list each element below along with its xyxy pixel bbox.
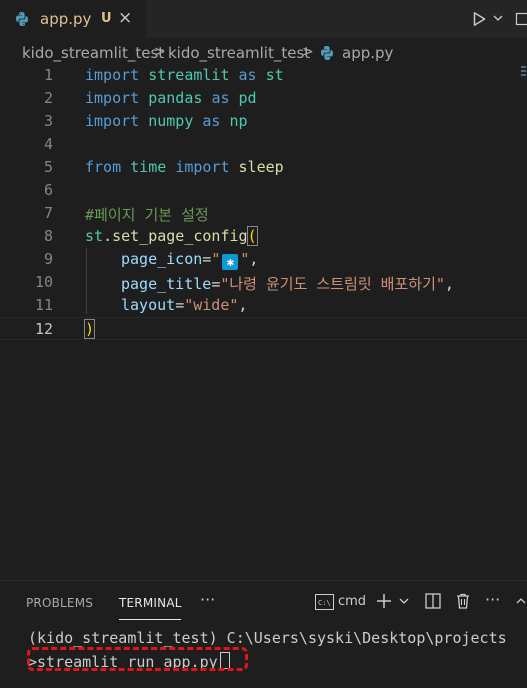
tab-app-py[interactable]: app.py U × [0,0,147,38]
svg-text:C:\: C:\ [318,599,331,607]
line-content: st.set_page_config( [85,227,257,245]
line-number: 12 [13,320,53,338]
line-number: 11 [13,296,53,314]
code-line: 6 [0,179,527,202]
bottom-panel: PROBLEMS TERMINAL ··· C:\ cmd ··· (kido_… [0,580,527,688]
code-line: 5 from time import sleep [0,156,527,179]
bracket-match: ( [248,227,257,245]
code-line: 4 [0,133,527,156]
line-content: page_icon="✱", [121,250,258,270]
tab-filename: app.py [40,10,91,28]
line-number: 2 [13,89,53,107]
tab-problems[interactable]: PROBLEMS [26,596,93,610]
code-line: 7 #페이지 기본 설정 [0,202,527,225]
breadcrumb-file[interactable]: app.py [342,44,393,62]
close-icon[interactable]: × [118,8,132,28]
line-number: 5 [13,158,53,176]
split-terminal-icon[interactable] [424,592,442,610]
chevron-up-icon[interactable] [515,592,527,610]
line-content: import pandas as pd [85,89,257,107]
code-line-current: 12 ) [0,317,527,340]
line-content: from time import sleep [85,158,284,176]
code-line: 8 st.set_page_config( [0,225,527,248]
line-content: import streamlit as st [85,66,284,84]
emoji-icon: ✱ [222,254,238,270]
chevron-down-icon[interactable] [398,592,410,610]
line-number: 7 [13,204,53,222]
line-number: 10 [13,273,53,291]
breadcrumb-folder[interactable]: kido_streamlit_test [22,44,164,62]
line-content: ) [85,320,94,338]
line-number: 8 [13,227,53,245]
tab-bar: app.py U × [0,0,527,38]
breadcrumb-separator: > [154,44,166,60]
tab-terminal[interactable]: TERMINAL [119,596,182,610]
more-actions-icon[interactable]: ··· [200,590,215,609]
line-content: import numpy as np [85,112,248,130]
untracked-badge: U [101,11,112,26]
split-editor-icon[interactable] [515,10,527,28]
code-editor[interactable]: 1 import streamlit as st 2 import pandas… [0,64,527,580]
comment: #페이지 기본 설정 [85,204,209,225]
add-terminal-icon[interactable] [375,592,393,610]
code-line: 9 page_icon="✱", [0,248,527,271]
python-file-icon [319,45,335,61]
annotation-highlight-box [27,647,248,671]
code-line: 2 import pandas as pd [0,87,527,110]
terminal-icon: C:\ [315,594,334,610]
breadcrumb-separator: > [302,44,314,60]
terminal-name[interactable]: cmd [338,594,366,609]
code-line: 1 import streamlit as st [0,64,527,87]
more-actions-icon[interactable]: ··· [485,590,500,609]
code-line: 11 layout="wide", [0,294,527,317]
line-number: 6 [13,181,53,199]
breadcrumb-subfolder[interactable]: kido_streamlit_test [168,44,310,62]
bracket-match: ) [85,320,94,338]
chevron-down-icon[interactable] [492,12,504,24]
line-number: 1 [13,66,53,84]
python-file-icon [14,11,30,27]
terminal-line: (kido_streamlit_test) C:\Users\syski\Des… [28,629,507,647]
line-number: 9 [13,250,53,268]
line-content: layout="wide", [121,296,247,314]
code-line: 10 page_title="나령 윤기도 스트림릿 배포하기", [0,271,527,294]
code-line: 3 import numpy as np [0,110,527,133]
active-tab-indicator [119,619,181,620]
play-icon[interactable] [470,10,488,28]
line-content: page_title="나령 윤기도 스트림릿 배포하기", [121,273,454,294]
trash-icon[interactable] [454,592,472,610]
line-number: 3 [13,112,53,130]
line-number: 4 [13,135,53,153]
